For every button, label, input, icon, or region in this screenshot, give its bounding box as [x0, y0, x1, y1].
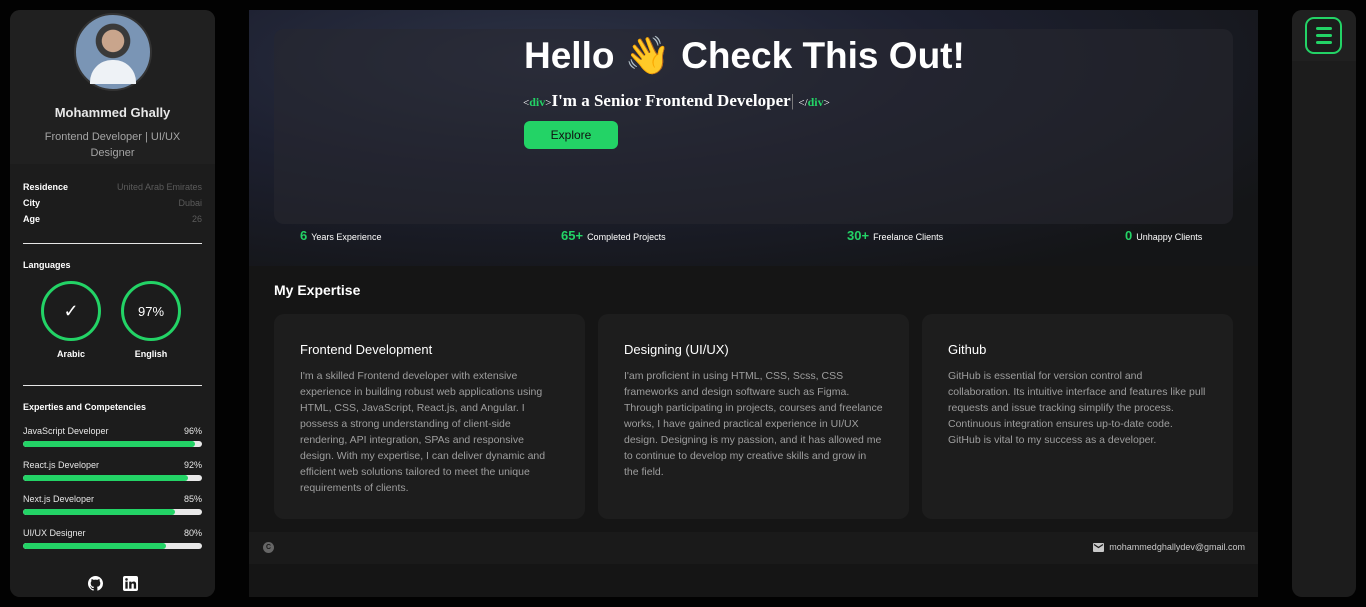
profile-role: Frontend Developer | UI/UX Designer	[44, 131, 181, 159]
mail-icon	[1093, 542, 1105, 552]
hero-title-end: Check This Out!	[681, 35, 965, 76]
stat-number: 0	[1125, 228, 1133, 243]
stat-label: Years Experience	[311, 232, 382, 242]
skill-bar-fill	[23, 509, 176, 515]
skills-title: Experties and Competencies	[23, 402, 147, 412]
typing-caret: |	[790, 91, 795, 110]
languages-title: Languages	[23, 260, 71, 270]
copyright-icon: C	[263, 542, 274, 553]
card-title: Designing (UI/UX)	[624, 342, 729, 357]
skill-percent: 96%	[183, 426, 202, 436]
stat-number: 30+	[847, 228, 870, 243]
open-tag: <div>	[523, 95, 552, 109]
language-percent: 97%	[137, 303, 165, 319]
stat-projects: 65+ Completed Projects	[561, 228, 666, 243]
stat-number: 6	[300, 228, 308, 243]
github-icon[interactable]	[87, 576, 103, 591]
skill-item: React.js Developer 92%	[23, 460, 202, 481]
page-root: Mohammed Ghally Frontend Developer | UI/…	[0, 0, 1366, 607]
expertise-title: My Expertise	[274, 282, 361, 298]
info-value: Dubai	[178, 198, 202, 208]
skill-bar-fill	[23, 475, 188, 481]
language-label: Arabic	[56, 349, 85, 359]
hero-subtitle: <div>I'm a Senior Frontend Developer| </…	[523, 91, 830, 111]
card-title: Github	[948, 342, 987, 357]
card-text: I'am proficient in using HTML, CSS, Scss…	[624, 370, 883, 478]
email-text: mohammedghallydev@gmail.com	[1109, 542, 1245, 552]
stat-clients: 30+ Freelance Clients	[847, 228, 943, 243]
info-key: Residence	[23, 182, 69, 192]
languages-list: ✓ Arabic 97% English	[10, 270, 215, 359]
skill-item: UI/UX Designer 80%	[23, 528, 202, 549]
menu-icon[interactable]	[1305, 17, 1342, 54]
stat-label: Completed Projects	[587, 232, 666, 242]
hero-subtitle-text: I'm a Senior Frontend Developer	[551, 91, 791, 110]
check-icon: ✓	[63, 300, 79, 321]
footer: C mohammedghallydev@gmail.com	[249, 532, 1258, 564]
expertise-card-frontend: Frontend Development I'm a skilled Front…	[274, 314, 585, 519]
skill-percent: 80%	[183, 528, 202, 538]
info-key: Age	[23, 214, 41, 224]
info-value: United Arab Emirates	[116, 182, 202, 192]
skill-name: React.js Developer	[23, 460, 100, 470]
stat-number: 65+	[561, 228, 584, 243]
waving-hand-icon: 👋	[624, 35, 671, 76]
skill-bar-fill	[23, 543, 167, 549]
skills-list: JavaScript Developer 96% React.js Develop…	[10, 426, 215, 549]
profile-name: Mohammed Ghally	[54, 105, 171, 120]
card-title: Frontend Development	[300, 342, 433, 357]
expertise-card-github: Github GitHub is essential for version c…	[922, 314, 1233, 519]
info-row-city: City Dubai	[23, 198, 202, 214]
info-row-age: Age 26	[23, 214, 202, 230]
skill-bar	[23, 543, 202, 549]
skill-percent: 85%	[183, 494, 202, 504]
skill-bar	[23, 509, 202, 515]
info-row-residence: Residence United Arab Emirates	[23, 182, 202, 198]
linkedin-icon[interactable]	[122, 576, 138, 591]
footer-email[interactable]: mohammedghallydev@gmail.com	[1093, 542, 1245, 552]
language-ring: ✓	[41, 281, 101, 341]
skill-item: Next.js Developer 85%	[23, 494, 202, 515]
card-text: GitHub is essential for version control …	[948, 370, 1206, 446]
profile-info: Residence United Arab Emirates City Duba…	[10, 164, 215, 230]
stat-label: Freelance Clients	[873, 232, 944, 242]
skill-bar-fill	[23, 441, 195, 447]
language-english: 97% English	[121, 281, 181, 359]
skill-name: UI/UX Designer	[23, 528, 86, 538]
close-tag: </div>	[798, 95, 830, 109]
skill-bar	[23, 441, 202, 447]
profile-header: Mohammed Ghally Frontend Developer | UI/…	[10, 10, 215, 164]
right-nav-panel	[1292, 10, 1356, 597]
hero-title: Hello 👋 Check This Out!	[524, 35, 965, 78]
stat-unhappy: 0 Unhappy Clients	[1125, 228, 1202, 243]
social-links	[10, 570, 215, 597]
info-value: 26	[191, 214, 202, 224]
language-label: English	[134, 349, 168, 359]
skill-name: Next.js Developer	[23, 494, 95, 504]
expertise-card-design: Designing (UI/UX) I'am proficient in usi…	[598, 314, 909, 519]
main-content: Hello 👋 Check This Out! <div>I'm a Senio…	[249, 10, 1258, 597]
info-key: City	[23, 198, 41, 208]
stat-label: Unhappy Clients	[1136, 232, 1203, 242]
language-ring: 97%	[121, 281, 181, 341]
profile-sidebar: Mohammed Ghally Frontend Developer | UI/…	[10, 10, 215, 597]
skill-name: JavaScript Developer	[23, 426, 109, 436]
language-arabic: ✓ Arabic	[41, 281, 101, 359]
hero-title-start: Hello	[524, 35, 615, 76]
explore-button[interactable]: Explore	[524, 121, 618, 149]
skill-percent: 92%	[183, 460, 202, 470]
skill-bar	[23, 475, 202, 481]
skill-item: JavaScript Developer 96%	[23, 426, 202, 447]
card-text: I'm a skilled Frontend developer with ex…	[300, 370, 546, 494]
avatar	[73, 13, 152, 91]
stat-years: 6 Years Experience	[300, 228, 381, 243]
